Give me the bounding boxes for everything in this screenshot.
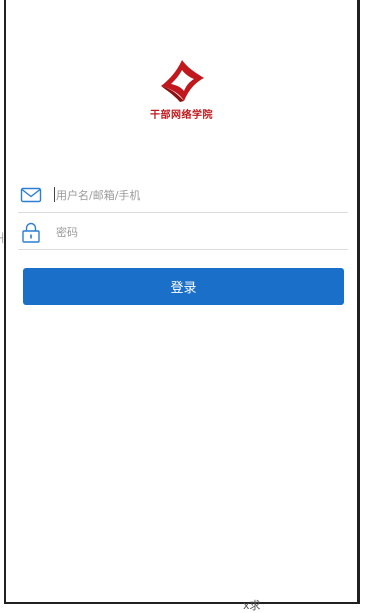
logo-emblem-icon bbox=[160, 60, 204, 102]
app-window: 干部网络学院 登录 bbox=[4, 0, 360, 604]
background-edge-mark: ┤ bbox=[0, 234, 6, 244]
password-input[interactable] bbox=[54, 221, 336, 243]
mail-icon bbox=[20, 187, 42, 203]
username-input[interactable] bbox=[54, 184, 336, 206]
lock-icon bbox=[22, 222, 40, 243]
logo-text: 干部网络学院 bbox=[150, 110, 213, 121]
username-field[interactable] bbox=[18, 177, 348, 213]
login-button[interactable]: 登录 bbox=[23, 268, 344, 305]
background-text-fragment: x求 bbox=[243, 599, 261, 612]
password-field[interactable] bbox=[18, 214, 348, 250]
logo: 干部网络学院 bbox=[6, 58, 357, 121]
